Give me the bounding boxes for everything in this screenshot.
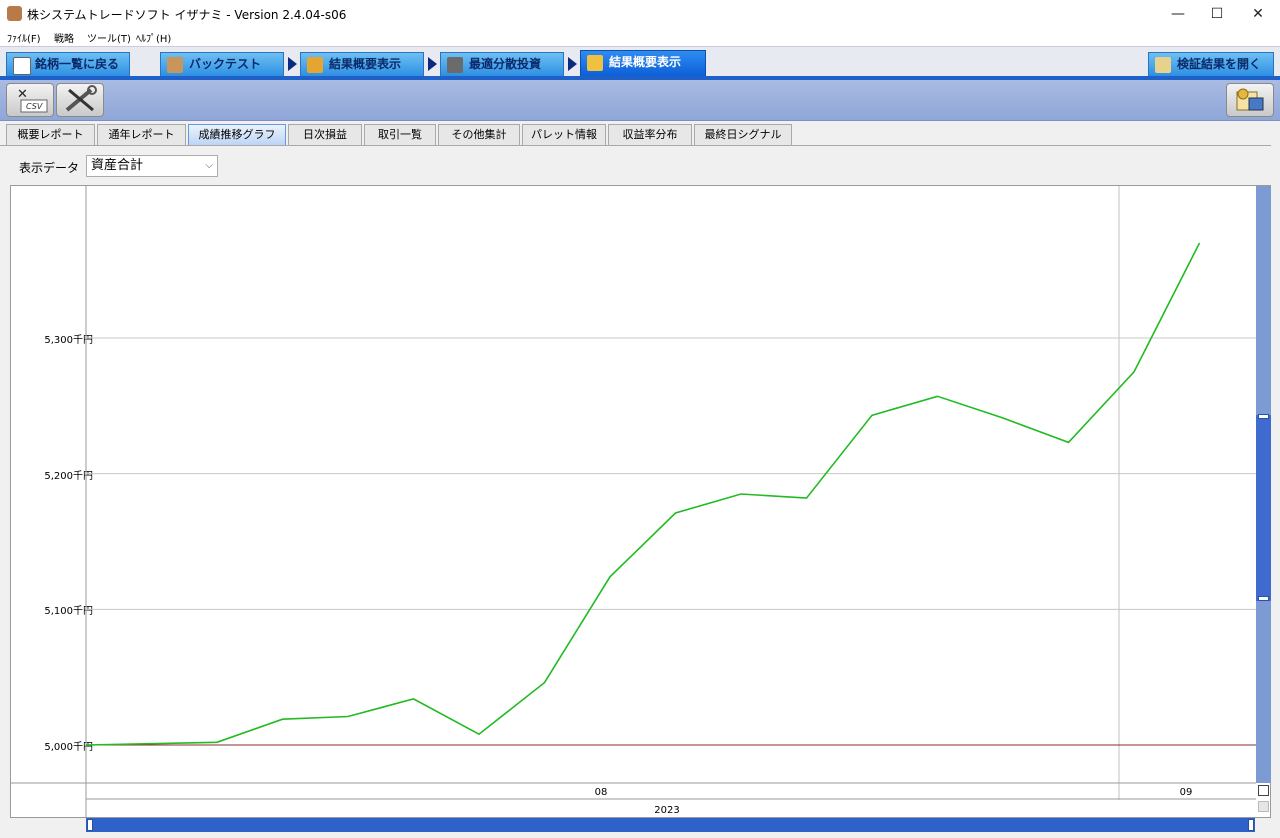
window-edge <box>1271 145 1280 837</box>
magnifier-icon <box>307 57 323 73</box>
arrow-right-icon <box>288 57 297 71</box>
menu-tools[interactable]: ツール(T) <box>87 30 131 45</box>
arrow-right-icon <box>568 57 577 71</box>
app-icon <box>7 6 22 21</box>
tab-return-distribution[interactable]: 収益率分布 <box>608 124 692 145</box>
tab-other-stats[interactable]: その他集計 <box>438 124 520 145</box>
tab-daily-pnl[interactable]: 日次損益 <box>288 124 362 145</box>
open-result-label: 検証結果を開く <box>1177 57 1262 71</box>
backtest-button[interactable]: バックテスト <box>160 52 284 76</box>
title-bar: 株システムトレードソフト イザナミ - Version 2.4.04-s06 —… <box>0 0 1280 28</box>
csv-export-button[interactable]: ✕ CSV <box>6 83 54 117</box>
arrow-right-icon <box>428 57 437 71</box>
summary-active-button[interactable]: 結果概要表示 <box>580 50 706 76</box>
equity-line <box>85 242 1201 746</box>
horizontal-scroll-handle-left[interactable] <box>87 819 93 831</box>
csv-icon: ✕ <box>17 87 48 113</box>
open-result-button[interactable]: 検証結果を開く <box>1148 52 1274 76</box>
menu-bar: ﾌｧｲﾙ(F) 戦略 ツール(T) ﾍﾙﾌﾟ(H) <box>0 28 1280 46</box>
csv-label: CSV <box>26 102 43 111</box>
menu-file[interactable]: ﾌｧｲﾙ(F) <box>7 30 41 45</box>
performance-chart: 5,300千円 5,200千円 5,100千円 5,000千円 08 09 2023 <box>10 185 1271 818</box>
toolbar <box>0 80 1280 121</box>
zoom-reset-checkbox[interactable] <box>1258 785 1269 796</box>
wrench-screwdriver-icon <box>65 85 97 112</box>
vertical-scroll-thumb[interactable] <box>1256 415 1271 601</box>
eye-icon <box>13 57 31 75</box>
open-folder-icon <box>1155 57 1171 73</box>
minimize-button[interactable]: — <box>1160 4 1196 24</box>
summary-button[interactable]: 結果概要表示 <box>300 52 424 76</box>
horizontal-scroll-handle-right[interactable] <box>1248 819 1254 831</box>
maximize-button[interactable]: ☐ <box>1199 4 1235 24</box>
close-button[interactable]: ✕ <box>1240 4 1276 24</box>
optimize-label: 最適分散投資 <box>469 57 542 71</box>
tab-trade-list[interactable]: 取引一覧 <box>364 124 436 145</box>
vertical-scroll-handle-top[interactable] <box>1258 414 1269 419</box>
display-data-label: 表示データ <box>19 161 80 175</box>
x-month-label: 09 <box>1180 787 1193 798</box>
back-to-list-label: 銘柄一覧に戻る <box>35 57 120 71</box>
vertical-scroll-handle-bottom[interactable] <box>1258 596 1269 601</box>
menu-help[interactable]: ﾍﾙﾌﾟ(H) <box>136 30 171 45</box>
backtest-label: バックテスト <box>189 57 262 71</box>
summary-active-label: 結果概要表示 <box>609 55 682 69</box>
money-report-icon <box>1236 88 1264 111</box>
menu-strategy[interactable]: 戦略 <box>54 30 74 45</box>
money-bag-icon <box>167 57 183 73</box>
tab-performance-graph[interactable]: 成績推移グラフ <box>188 124 286 145</box>
grid-table-icon <box>447 57 463 73</box>
tools-button[interactable] <box>56 83 104 117</box>
corner-box <box>1258 801 1269 812</box>
x-year-label: 2023 <box>654 805 679 816</box>
tab-annual-report[interactable]: 通年レポート <box>97 124 186 145</box>
chevron-down-icon: ⌵ <box>205 160 213 171</box>
summary-label: 結果概要表示 <box>329 57 402 71</box>
money-report-button[interactable] <box>1226 83 1274 117</box>
display-data-select[interactable]: 資産合計 ⌵ <box>86 155 218 177</box>
tab-summary-report[interactable]: 概要レポート <box>6 124 95 145</box>
x-month-label: 08 <box>595 787 608 798</box>
optimize-button[interactable]: 最適分散投資 <box>440 52 564 76</box>
tab-final-day-signal[interactable]: 最終日シグナル <box>694 124 792 145</box>
window-title: 株システムトレードソフト イザナミ - Version 2.4.04-s06 <box>27 8 347 22</box>
tab-palette-info[interactable]: パレット情報 <box>522 124 606 145</box>
back-to-list-button[interactable]: 銘柄一覧に戻る <box>6 52 130 76</box>
bar-chart-icon <box>587 55 603 71</box>
display-data-value: 資産合計 <box>91 158 144 173</box>
chart-horizontal-scrollbar[interactable] <box>86 818 1255 832</box>
chart-canvas: 08 09 2023 <box>11 186 1256 817</box>
